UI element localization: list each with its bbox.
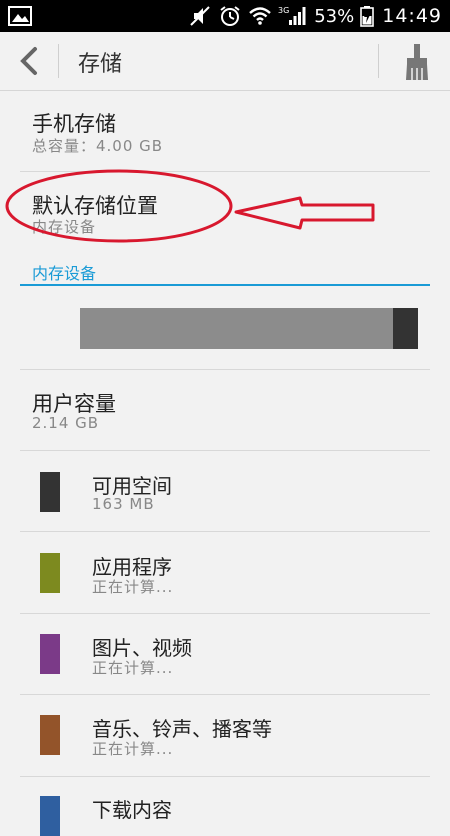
section-divider [20,284,430,286]
mute-icon [190,6,210,26]
category-value: 正在计算... [92,578,174,596]
broom-icon[interactable] [402,42,432,82]
battery-charging-icon [360,6,375,27]
category-color-swatch [40,553,60,593]
divider [20,171,430,172]
action-bar-divider [378,44,379,78]
category-color-swatch [40,715,60,755]
battery-percent: 53% [314,5,355,27]
wifi-icon [249,7,272,25]
network-type-label: 3G [278,6,289,15]
category-value: 正在计算... [92,659,174,677]
internal-storage-header: 内存设备 [32,264,97,283]
divider [20,694,430,695]
phone-storage-capacity: 总容量：4.00 GB [32,137,164,155]
signal-icon: 3G [278,6,306,25]
user-capacity-value: 2.14 GB [32,414,100,432]
category-color-swatch [40,634,60,674]
chevron-left-icon[interactable] [14,44,46,78]
storage-usage-bar [80,308,418,349]
status-bar: 3G 53% 14:49 [0,0,450,32]
divider [20,369,430,370]
divider [20,613,430,614]
action-bar-divider [58,44,59,78]
clock: 14:49 [382,5,442,27]
divider [20,776,430,777]
divider [20,450,430,451]
gallery-notification-icon [8,6,32,26]
action-bar: 存储 [0,32,450,91]
page-title: 存储 [78,52,123,77]
phone-storage-title: 手机存储 [32,112,116,136]
category-color-swatch [40,796,60,836]
alarm-icon [220,6,240,26]
category-title: 下载内容 [92,798,172,822]
default-storage-location-value: 内存设备 [32,218,97,236]
storage-free-segment [392,308,418,349]
annotation-arrow-icon [234,196,375,230]
divider [20,531,430,532]
category-value: 正在计算... [92,740,174,758]
category-value: 163 MB [92,495,155,513]
category-color-swatch [40,472,60,512]
